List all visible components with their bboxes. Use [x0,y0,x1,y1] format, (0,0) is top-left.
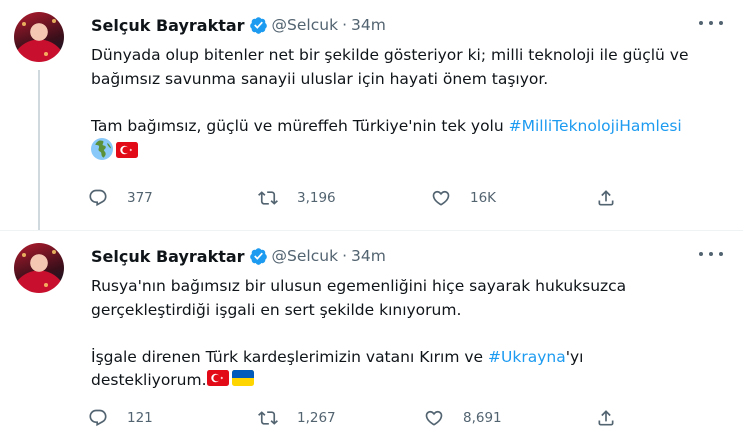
tweet-header: Selçuk Bayraktar @Selcuk · 34m [91,13,386,37]
retweet-button[interactable]: 1,267 [258,407,336,429]
more-options-icon[interactable] [699,14,723,32]
verified-badge-icon [249,247,268,266]
tweet-header: Selçuk Bayraktar @Selcuk · 34m [91,244,386,268]
share-button[interactable] [596,187,616,209]
tweet-timestamp[interactable]: 34m [351,16,386,34]
retweet-count: 3,196 [297,190,336,206]
reply-button[interactable]: 377 [88,187,153,209]
tweet-text-line: destekliyorum. [91,371,207,389]
reply-count: 377 [127,190,153,206]
verified-badge-icon [249,16,268,35]
reply-count: 121 [127,410,153,426]
more-options-icon[interactable] [699,245,723,263]
author-handle[interactable]: @Selcuk [272,16,339,34]
hashtag-link[interactable]: #MilliTeknolojiHamlesi [509,117,682,135]
tweet-actions: 121 1,267 8,691 [88,407,728,429]
tweet[interactable]: Selçuk Bayraktar @Selcuk · 34m Rusya'nın… [0,230,743,442]
avatar[interactable] [14,243,64,293]
tweet-text: Rusya'nın bağımsız bir ulusun egemenliği… [91,275,731,393]
reply-icon [88,188,108,208]
author-name[interactable]: Selçuk Bayraktar [91,16,245,35]
author-name[interactable]: Selçuk Bayraktar [91,247,245,266]
retweet-icon [258,188,278,208]
tweet-text: Dünyada olup bitenler net bir şekilde gö… [91,44,731,162]
like-count: 16K [470,190,497,206]
tweet-text-suffix: 'yı [565,347,584,366]
like-count: 8,691 [463,410,502,426]
reply-icon [88,408,108,428]
tweet-text-line: Tam bağımsız, güçlü ve müreffeh Türkiye'… [91,116,509,135]
tweet-timestamp[interactable]: 34m [351,247,386,265]
heart-icon [431,188,451,208]
retweet-icon [258,408,278,428]
retweet-button[interactable]: 3,196 [258,187,336,209]
tweet-actions: 377 3,196 16K [88,187,728,209]
tweet-text-line: gerçekleştirdiği işgali en sert şekilde … [91,300,462,319]
retweet-count: 1,267 [297,410,336,426]
tweet-text-line: Rusya'nın bağımsız bir ulusun egemenliği… [91,277,627,295]
separator-dot: · [342,247,347,265]
flag-turkey-icon [207,370,229,386]
tweet[interactable]: Selçuk Bayraktar @Selcuk · 34m Dünyada o… [0,0,743,230]
flag-turkey-icon [116,142,138,158]
reply-button[interactable]: 121 [88,407,153,429]
like-button[interactable]: 16K [431,187,496,209]
like-button[interactable]: 8,691 [424,407,502,429]
share-button[interactable] [596,407,616,429]
thread-connector-line [38,70,40,230]
separator-dot: · [342,16,347,34]
author-handle[interactable]: @Selcuk [272,247,339,265]
tweet-text-line: bağımsız savunma sanayii uluslar için ha… [91,69,549,88]
tweet-text-line: İşgale direnen Türk kardeşlerimizin vata… [91,347,489,366]
flag-ukraine-icon [232,370,254,386]
share-icon [596,408,616,428]
heart-icon [424,408,444,428]
hashtag-link[interactable]: #Ukrayna [488,348,566,366]
avatar[interactable] [14,12,64,62]
globe-europe-africa-icon [91,138,113,160]
share-icon [596,188,616,208]
tweet-text-line: Dünyada olup bitenler net bir şekilde gö… [91,46,689,64]
